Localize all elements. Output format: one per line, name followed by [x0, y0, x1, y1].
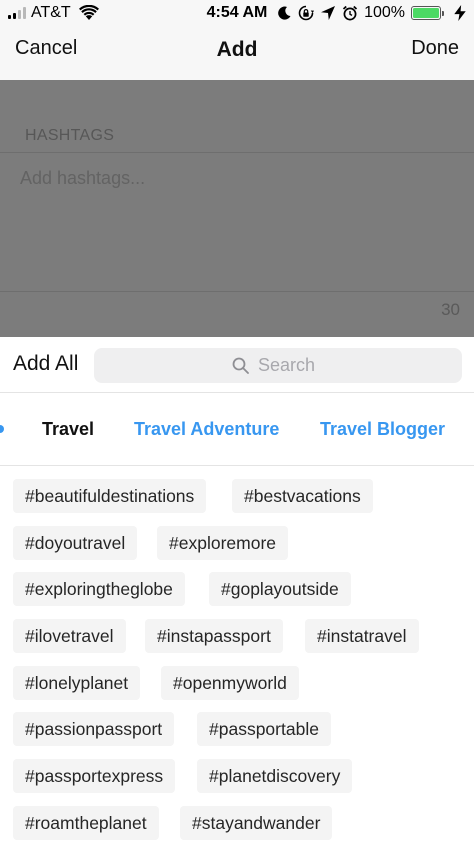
- hashtag-chip[interactable]: #instatravel: [305, 619, 419, 653]
- hashtag-chip[interactable]: #bestvacations: [232, 479, 373, 513]
- hashtag-chip[interactable]: #lonelyplanet: [13, 666, 141, 700]
- hashtag-chip[interactable]: #openmyworld: [161, 666, 299, 700]
- hashtag-chip[interactable]: #passportable: [197, 712, 331, 746]
- hashtag-chip[interactable]: #passportexpress: [13, 759, 176, 793]
- hashtag-chip[interactable]: #instapassport: [145, 619, 283, 653]
- hashtag-chip[interactable]: #exploringtheglobe: [13, 572, 185, 606]
- hashtag-chip[interactable]: #planetdiscovery: [197, 759, 353, 793]
- hashtag-chip[interactable]: #exploremore: [157, 526, 288, 560]
- hashtag-chip[interactable]: #roamtheplanet: [13, 806, 159, 840]
- hashtag-chip[interactable]: #passionpassport: [13, 712, 175, 746]
- hashtag-chip[interactable]: #ilovetravel: [13, 619, 126, 653]
- hashtag-chip[interactable]: #doyoutravel: [13, 526, 138, 560]
- hashtag-chip[interactable]: #beautifuldestinations: [13, 479, 207, 513]
- hashtag-chip[interactable]: #goplayoutside: [209, 572, 351, 606]
- hashtag-suggestions: #beautifuldestinations #bestvacations #d…: [0, 0, 474, 843]
- hashtag-chip[interactable]: #stayandwander: [180, 806, 333, 840]
